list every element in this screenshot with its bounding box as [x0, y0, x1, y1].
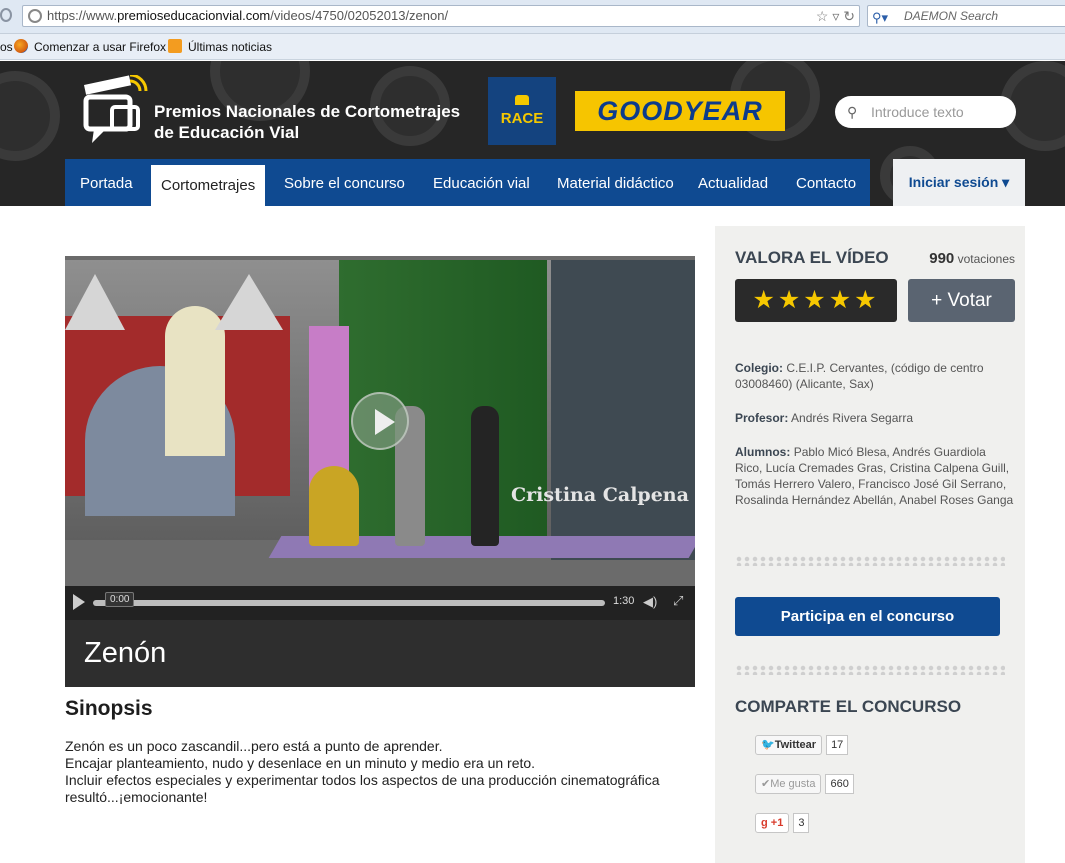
nav-sobre-el-concurso[interactable]: Sobre el concurso [284, 159, 405, 206]
video-controls: 0:00 1:30 ◀) ⤢ [65, 586, 695, 620]
twitter-share: 🐦Twittear 17 [755, 735, 849, 755]
firefox-icon [14, 39, 28, 53]
crown-icon [515, 95, 529, 105]
address-bar[interactable]: https://www.premioseducacionvial.com/vid… [22, 5, 860, 27]
synopsis-text: Zenón es un poco zascandil...pero está a… [65, 738, 695, 806]
login-button[interactable]: Iniciar sesión ▾ [893, 159, 1025, 206]
play-overlay-button[interactable] [351, 392, 409, 450]
duration: 1:30 [613, 595, 635, 607]
nav-educacion-vial[interactable]: Educación vial [433, 159, 530, 206]
site-title-line2: de Educación Vial [154, 123, 300, 142]
synopsis-heading: Sinopsis [65, 697, 153, 720]
vote-count: 990 votaciones [929, 250, 1015, 267]
rate-video-heading: VALORA EL VÍDEO [735, 248, 889, 267]
dotted-divider [735, 556, 1005, 566]
vote-count-number: 990 [929, 250, 955, 267]
site-identity-icon[interactable] [28, 9, 42, 23]
vote-button[interactable]: + Votar [908, 279, 1015, 322]
url-path: /videos/4750/02052013/zenon/ [270, 8, 449, 23]
plus-one-count: 3 [793, 813, 810, 833]
like-count: 660 [825, 774, 854, 794]
google-plus-share: g +1 3 [755, 813, 810, 833]
fullscreen-icon[interactable]: ⤢ [673, 593, 683, 609]
vote-count-label: votaciones [957, 252, 1015, 266]
goodyear-sponsor-logo[interactable]: GOODYEAR [575, 91, 785, 131]
synopsis-line: resultó...¡emocionante! [65, 789, 208, 805]
sidebar: VALORA EL VÍDEO 990 votaciones ★★★★★ + V… [715, 226, 1025, 863]
dropdown-icon[interactable]: ▿ [832, 8, 839, 24]
scene-cone [215, 274, 283, 330]
back-icon[interactable] [0, 8, 12, 22]
video-player[interactable]: Cristina Calpena 0:00 1:30 ◀) ⤢ [65, 256, 695, 620]
teacher-label: Profesor: [735, 411, 789, 425]
plus-one-button[interactable]: g +1 [755, 813, 790, 833]
race-label: RACE [500, 110, 544, 127]
video-caption: Cristina Calpena [511, 484, 689, 506]
bookmarks-toolbar: os Comenzar a usar Firefox Últimas notic… [0, 34, 1065, 60]
like-button[interactable]: ✔Me gusta [755, 774, 822, 794]
search-icon: ⚲ [847, 104, 858, 120]
teacher-info: Profesor: Andrés Rivera Segarra [735, 410, 1015, 426]
video-progress-bar[interactable]: 0:00 [93, 592, 605, 607]
goodyear-label: GOODYEAR [597, 96, 763, 126]
nav-material-didactico[interactable]: Material didáctico [557, 159, 674, 206]
participate-button[interactable]: Participa en el concurso [735, 597, 1000, 636]
scene-character [471, 406, 499, 546]
nav-actualidad[interactable]: Actualidad [698, 159, 768, 206]
current-time: 0:00 [105, 592, 135, 607]
star-rating[interactable]: ★★★★★ [735, 279, 897, 322]
site-search-input[interactable]: ⚲ Introduce texto [835, 96, 1016, 128]
synopsis-line: Incluir efectos especiales y experimenta… [65, 772, 660, 788]
clapperboard-logo-icon[interactable] [82, 75, 148, 147]
browser-search-placeholder: DAEMON Search [904, 9, 999, 23]
scene-cone [65, 274, 125, 330]
reload-icon[interactable]: ↻ [843, 8, 855, 24]
twitter-bird-icon: 🐦 [761, 739, 775, 751]
play-icon[interactable] [73, 594, 85, 610]
bookmark-label: os [0, 40, 13, 54]
students-info: Alumnos: Pablo Micó Blesa, Andrés Guardi… [735, 444, 1015, 508]
facebook-like: ✔Me gusta 660 [755, 774, 854, 794]
bookmark-noticias[interactable]: Últimas noticias [168, 39, 272, 55]
tweet-count: 17 [826, 735, 849, 755]
volume-icon[interactable]: ◀) [643, 594, 657, 610]
nav-contacto[interactable]: Contacto [796, 159, 856, 206]
dotted-divider [735, 665, 1005, 675]
bookmark-label: Comenzar a usar Firefox [34, 40, 167, 54]
video-title: Zenón [65, 620, 695, 687]
site-header: Premios Nacionales de Cortometrajes de E… [0, 61, 1065, 206]
bookmark-firefox[interactable]: Comenzar a usar Firefox [14, 39, 166, 55]
site-search-placeholder: Introduce texto [871, 104, 964, 120]
bookmark-label: Últimas noticias [188, 40, 273, 54]
film-reel-decoration [0, 71, 60, 161]
url-actions: ☆ ▿ ↻ [816, 6, 855, 26]
school-info: Colegio: C.E.I.P. Cervantes, (código de … [735, 360, 1015, 392]
url-domain: premioseducacionvial.com [117, 8, 271, 23]
bookmark-star-icon[interactable]: ☆ [816, 8, 829, 24]
browser-toolbar: https://www.premioseducacionvial.com/vid… [0, 0, 1065, 34]
race-sponsor-logo[interactable]: RACE [488, 77, 556, 145]
scene-right-wall [551, 260, 695, 560]
tweet-label: Twittear [774, 739, 817, 751]
search-engine-icon[interactable]: ⚲▾ [872, 8, 888, 28]
rss-icon [168, 39, 182, 53]
bookmark-stub[interactable]: os [0, 39, 13, 55]
synopsis-line: Encajar planteamiento, nudo y desenlace … [65, 755, 536, 771]
nav-portada[interactable]: Portada [80, 159, 133, 206]
scene-mailbox [309, 466, 359, 546]
browser-search-input[interactable]: ⚲▾ DAEMON Search [867, 5, 1065, 27]
url-prefix: https://www. [47, 8, 118, 23]
synopsis-line: Zenón es un poco zascandil...pero está a… [65, 738, 443, 754]
site-title[interactable]: Premios Nacionales de Cortometrajes de E… [154, 101, 460, 143]
tweet-button[interactable]: 🐦Twittear [755, 735, 823, 755]
main-navigation: Portada Cortometrajes Sobre el concurso … [65, 159, 870, 206]
school-label: Colegio: [735, 361, 783, 375]
site-title-line1: Premios Nacionales de Cortometrajes [154, 102, 461, 121]
students-label: Alumnos: [735, 445, 791, 459]
nav-cortometrajes[interactable]: Cortometrajes [151, 165, 266, 206]
share-heading: COMPARTE EL CONCURSO [735, 697, 962, 716]
teacher-value: Andrés Rivera Segarra [791, 411, 914, 425]
